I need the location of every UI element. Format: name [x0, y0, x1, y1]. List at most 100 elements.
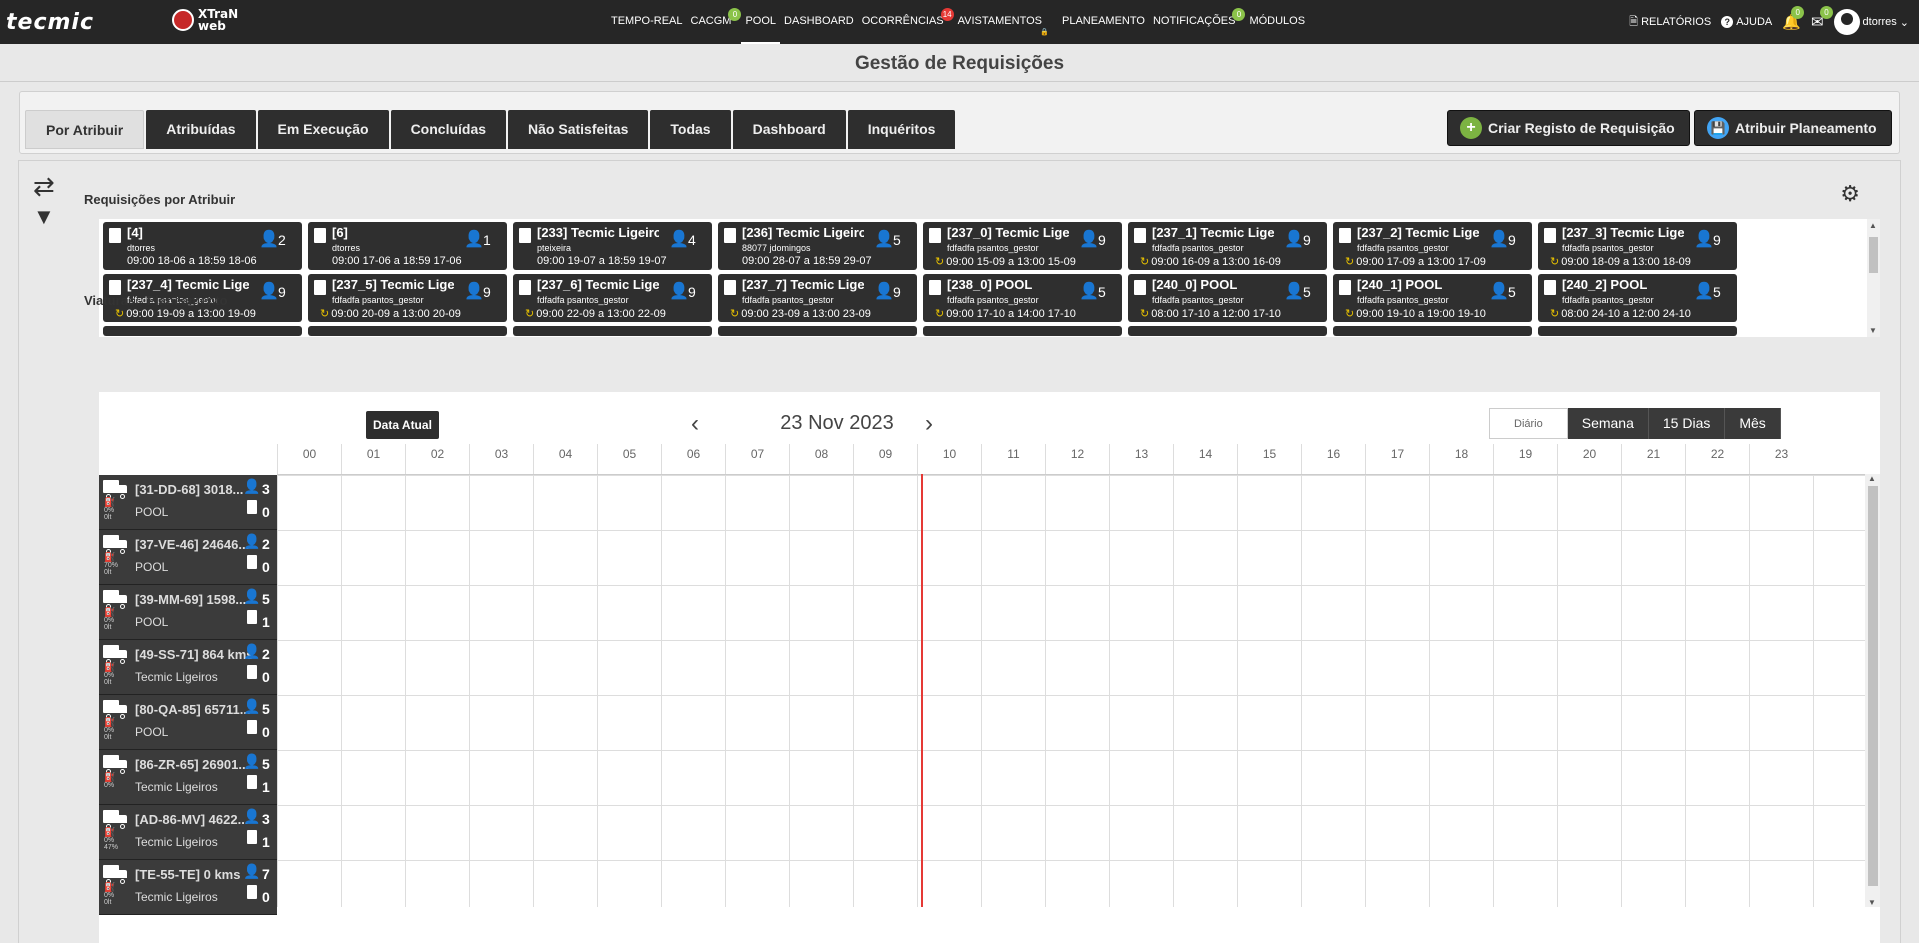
timeline-grid[interactable] [277, 474, 1865, 907]
vehicle-row[interactable]: [86-ZR-65] 26901... Tecmic Ligeiros ⛽ 0% 👤 5 1 [99, 750, 277, 805]
request-card[interactable]: [4] dtorres 09:00 18-06 a 18:59 18-06 👤 2 [103, 222, 302, 270]
scroll-up-arrow[interactable]: ▲ [1868, 474, 1876, 483]
view-1[interactable]: Semana [1567, 408, 1649, 439]
tab-por-atribuir[interactable]: Por Atribuir [25, 110, 145, 149]
request-card[interactable]: [240_0] POOL fdfadfa psantos_gestor ↻ 08:00… [1128, 274, 1327, 322]
request-card[interactable]: [236] Tecmic Ligeiros 88077 jdomingos 09:0… [718, 222, 917, 270]
page-title: Gestão de Requisições [0, 44, 1919, 82]
request-card[interactable]: [6] dtorres 09:00 17-06 a 18:59 17-06 👤 1 [308, 222, 507, 270]
request-card[interactable]: [237_3] Tecmic Ligeiros fdfadfa psantos_g… [1538, 222, 1737, 270]
requests-section-title: Requisições por Atribuir [84, 192, 236, 207]
view-switcher: Diário Semana 15 Dias Mês [1489, 408, 1781, 439]
tab-todas[interactable]: Todas [650, 110, 731, 149]
request-card[interactable]: [237_1] Tecmic Ligeiros fdfadfa psantos_g… [1128, 222, 1327, 270]
document-icon [724, 280, 736, 295]
hour-label: 13 [1109, 444, 1173, 474]
hour-label: 05 [597, 444, 661, 474]
user-menu[interactable]: dtorres ⌄ [1833, 9, 1909, 35]
vehicle-row[interactable]: [37-VE-46] 24646... POOL ⛽ 70% 0lt 👤 2 0 [99, 530, 277, 585]
scroll-down-arrow[interactable]: ▼ [1868, 898, 1876, 907]
person-icon: 👤 [243, 533, 261, 549]
tab-atribuídas[interactable]: Atribuídas [146, 110, 256, 149]
request-card[interactable]: [237_5] Tecmic Ligeiros fdfadfa psantos_g… [308, 274, 507, 322]
view-2[interactable]: 15 Dias [1648, 408, 1726, 439]
create-request-button[interactable]: + Criar Registo de Requisição [1447, 110, 1690, 146]
truck-icon [103, 755, 127, 774]
vehicle-row[interactable]: [31-DD-68] 3018... POOL ⛽ 0% 0lt 👤 3 0 [99, 475, 277, 530]
scroll-thumb[interactable] [1868, 486, 1878, 886]
vehicle-row[interactable]: [80-QA-85] 65711... POOL ⛽ 0% 0lt 👤 5 0 [99, 695, 277, 750]
vehicle-docs-count: 0 [262, 504, 270, 520]
nav-badge: 0 [728, 8, 742, 21]
tab-concluídas[interactable]: Concluídas [390, 110, 507, 149]
recurring-icon: ↻ [525, 308, 535, 320]
nav-item-cacgm[interactable]: CACGM 0 [687, 0, 742, 44]
nav-item-ocorrências[interactable]: OCORRÊNCIAS 14 [858, 0, 954, 44]
request-card[interactable]: [238_0] POOL fdfadfa psantos_gestor ↻ 09:00… [923, 274, 1122, 322]
chevron-right-icon[interactable]: › [925, 410, 933, 438]
fuel-liters: 0lt [104, 624, 112, 631]
vehicle-row[interactable]: [AD-86-MV] 4622... Tecmic Ligeiros ⛽ 0% 47% 👤… [99, 805, 277, 860]
recurring-icon: ↻ [1345, 308, 1355, 320]
vehicle-row[interactable]: [TE-55-TE] 0 kms Tecmic Ligeiros ⛽ 0% 0lt 👤 7 0 [99, 860, 277, 915]
help-link[interactable]: ? AJUDA [1721, 16, 1772, 28]
request-user: fdfadfa psantos_gestor [1562, 243, 1654, 253]
vehicle-row[interactable]: [49-SS-71] 864 kms Tecmic Ligeiros ⛽ 0% 0lt 👤… [99, 640, 277, 695]
tab-inquéritos[interactable]: Inquéritos [847, 110, 956, 149]
recurring-icon: ↻ [1140, 256, 1150, 268]
request-people-count: 9 [483, 284, 491, 300]
tab-em-execução[interactable]: Em Execução [257, 110, 389, 149]
nav-item-módulos[interactable]: MÓDULOS [1245, 0, 1309, 44]
scroll-up-arrow[interactable]: ▲ [1869, 221, 1877, 230]
assign-planning-label: Atribuir Planeamento [1735, 120, 1877, 136]
request-time: 08:00 17-10 a 12:00 17-10 [1151, 308, 1281, 320]
request-card[interactable]: [240_2] POOL fdfadfa psantos_gestor ↻ 08:00… [1538, 274, 1737, 322]
person-icon: 👤 [1489, 231, 1509, 248]
requests-scrollbar[interactable]: ▲ ▼ [1867, 219, 1880, 337]
fuel-level: 0% [104, 617, 115, 624]
fuel-level: 0% [104, 892, 115, 899]
reports-link[interactable]: 🗎 RELATÓRIOS [1629, 13, 1711, 32]
tab-dashboard[interactable]: Dashboard [732, 110, 846, 149]
logo-line2: web [198, 19, 226, 33]
request-time-wrap: ↻ 09:00 15-09 a 13:00 15-09 [935, 255, 1076, 268]
tab-não-satisfeitas[interactable]: Não Satisfeitas [508, 110, 649, 149]
hour-label: 08 [789, 444, 853, 474]
swap-arrows-icon[interactable]: ⇄ [33, 173, 61, 199]
nav-item-avistamentos[interactable]: AVISTAMENTOS 🔒 [954, 0, 1049, 44]
nav-item-tempo-real[interactable]: TEMPO-REAL [607, 0, 687, 44]
person-icon: 👤 [669, 231, 689, 248]
chevron-left-icon[interactable]: ‹ [691, 410, 699, 438]
filter-icon[interactable]: ▼ [33, 205, 61, 229]
nav-label: DASHBOARD [784, 15, 854, 27]
request-card[interactable]: [233] Tecmic Ligeiros pteixeira 09:00 19-0… [513, 222, 712, 270]
request-time: 09:00 17-09 a 13:00 17-09 [1356, 256, 1486, 268]
scroll-down-arrow[interactable]: ▼ [1869, 326, 1877, 335]
nav-item-notificações[interactable]: NOTIFICAÇÕES 0 [1149, 0, 1246, 44]
request-card[interactable]: [237_0] Tecmic Ligeiros fdfadfa psantos_g… [923, 222, 1122, 270]
tecmic-logo[interactable]: tecmic [6, 10, 94, 35]
view-3[interactable]: Mês [1725, 408, 1781, 439]
request-title: [237_5] Tecmic Ligeiros [332, 277, 454, 292]
vehicle-row[interactable]: [39-MM-69] 1598... POOL ⛽ 0% 0lt 👤 5 1 [99, 585, 277, 640]
request-card[interactable]: [237_2] Tecmic Ligeiros fdfadfa psantos_g… [1333, 222, 1532, 270]
request-title: [240_0] POOL [1152, 277, 1238, 292]
hour-label: 14 [1173, 444, 1237, 474]
settings-gears-icon[interactable]: ⚙ [1840, 181, 1860, 207]
recurring-icon: ↻ [730, 308, 740, 320]
request-card[interactable]: [237_7] Tecmic Ligeiros fdfadfa psantos_g… [718, 274, 917, 322]
view-0[interactable]: Diário [1489, 408, 1568, 439]
xtranweb-logo[interactable]: XTraN web [172, 8, 238, 32]
request-card[interactable]: [237_6] Tecmic Ligeiros fdfadfa psantos_g… [513, 274, 712, 322]
nav-item-planeamento[interactable]: PLANEAMENTO [1058, 0, 1149, 44]
main-nav: TEMPO-REAL CACGM 0 POOL DASHBOARD OCORRÊNCIAS… [607, 0, 1309, 44]
today-button[interactable]: Data Atual [366, 411, 439, 439]
messages-button[interactable]: ✉ 0 [1811, 6, 1833, 31]
planner-scrollbar[interactable]: ▲ ▼ [1865, 474, 1880, 907]
nav-item-pool[interactable]: POOL [741, 0, 781, 44]
notifications-bell[interactable]: 🔔 0 [1782, 6, 1805, 31]
assign-planning-button[interactable]: 💾 Atribuir Planeamento [1694, 110, 1892, 146]
nav-item-dashboard[interactable]: DASHBOARD [780, 0, 858, 44]
scroll-thumb[interactable] [1869, 237, 1878, 273]
request-card[interactable]: [240_1] POOL fdfadfa psantos_gestor ↻ 09:00… [1333, 274, 1532, 322]
